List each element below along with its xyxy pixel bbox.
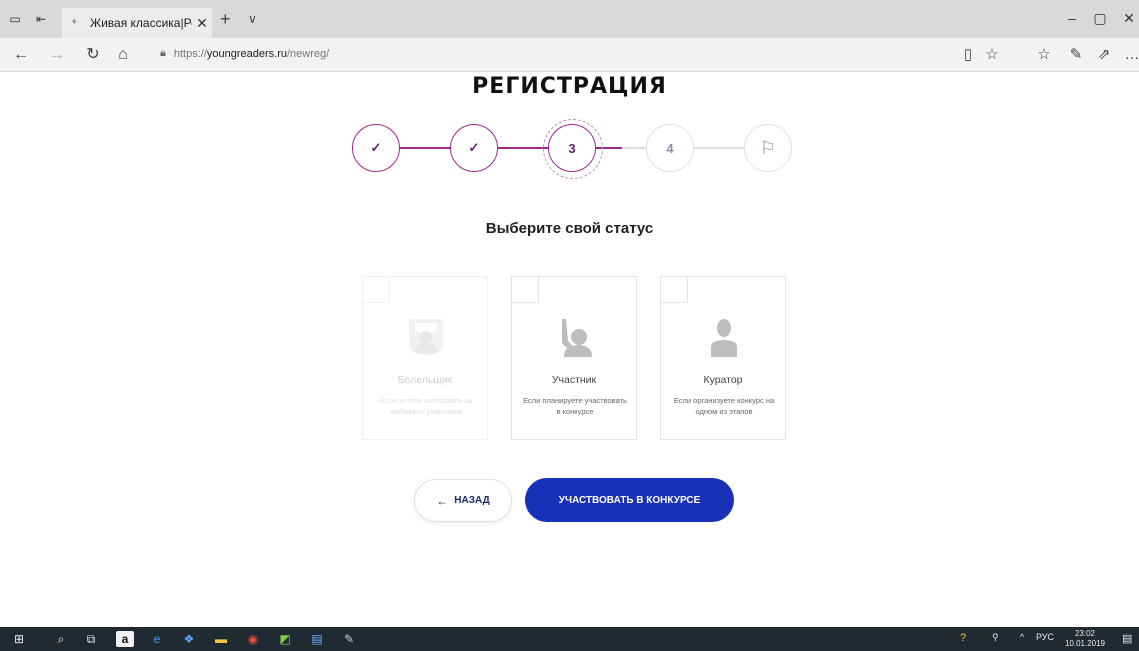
fan-icon — [409, 319, 443, 355]
step-finish-flag-icon: ⚐ — [744, 124, 792, 172]
web-note-icon[interactable]: ✎ — [1066, 46, 1086, 64]
step-1: ✓ — [352, 124, 400, 172]
url-path: /newreg/ — [287, 47, 330, 60]
step-4: 4 — [646, 124, 694, 172]
clock-date: 10.01.2019 — [1064, 639, 1106, 648]
tab-preview-icon[interactable]: ∨ — [248, 12, 257, 26]
page-favicon-icon: ✦ — [70, 17, 79, 28]
status-card-curator[interactable]: Куратор Если организуете конкурс на одно… — [660, 276, 786, 440]
favorite-star-icon[interactable]: ☆ — [982, 46, 1002, 64]
person-icon — [711, 319, 737, 357]
status-name: Болельщик — [397, 374, 453, 386]
status-card-participant[interactable]: Участник Если планируете участвовать в к… — [511, 276, 637, 440]
reading-view-icon[interactable]: ▯ — [958, 46, 978, 64]
status-description: Если хотите голосовать за любимого участ… — [379, 396, 473, 416]
status-description: Если организуете конкурс на одном из эта… — [673, 396, 775, 416]
set-aside-tabs-icon[interactable]: ⇤ — [34, 12, 48, 26]
page-title: РЕГИСТРАЦИЯ — [472, 74, 667, 99]
refresh-icon[interactable]: ↻ — [82, 46, 104, 64]
show-hidden-icons-icon[interactable]: ^ — [1020, 632, 1024, 642]
maximize-icon[interactable]: ▢ — [1090, 10, 1110, 27]
new-tab-button[interactable]: + — [220, 10, 231, 28]
forward-nav-icon[interactable]: → — [46, 46, 68, 64]
status-prompt: Выберите свой статус — [485, 220, 654, 237]
participate-button[interactable]: УЧАСТВОВАТЬ В КОНКУРСЕ — [525, 478, 734, 522]
url-field[interactable]: 🔒︎ https://youngreaders.ru/newreg/ — [160, 47, 329, 60]
stepper-connector — [694, 147, 744, 149]
registration-stepper: ✓ ✓ 3 4 ⚐ — [352, 119, 796, 179]
file-explorer-icon[interactable]: ▬ — [212, 631, 230, 647]
people-tray-icon[interactable]: ⚲ — [992, 632, 999, 643]
more-icon[interactable]: … — [1122, 46, 1139, 64]
url-host: youngreaders.ru — [206, 47, 287, 60]
url-scheme: https:// — [173, 47, 207, 60]
system-clock[interactable]: 23:02 10.01.2019 — [1063, 629, 1107, 649]
status-description: Если планируете участвовать в конкурсе — [523, 396, 627, 416]
window-close-icon[interactable]: ✕ — [1119, 10, 1139, 27]
status-checkbox[interactable] — [661, 277, 688, 303]
edge-browser-icon[interactable]: e — [148, 631, 166, 647]
share-icon[interactable]: ⇗ — [1094, 46, 1114, 64]
browser-address-bar: ← → ↻ ⌂ 🔒︎ https://youngreaders.ru/newre… — [0, 38, 1139, 72]
tab-actions-icon[interactable]: ▭ — [8, 12, 22, 26]
home-icon[interactable]: ⌂ — [112, 46, 134, 64]
windows-start-icon[interactable]: ⊞ — [10, 631, 28, 647]
back-button-label: НАЗАД — [454, 495, 490, 506]
browser-tab-bar: ▭ ⇤ ✦ Живая классика|Регист ✕ + ∨ – ▢ ✕ — [0, 0, 1139, 38]
task-view-icon[interactable]: ⧉ — [82, 631, 100, 647]
chrome-browser-icon[interactable]: ◉ — [244, 631, 262, 647]
browser-tab-active[interactable]: ✦ Живая классика|Регист ✕ — [62, 8, 212, 38]
photo-app-icon[interactable]: ◩ — [276, 631, 294, 647]
windows-taskbar: ⊞ ⌕ ⧉ a e ❖ ▬ ◉ ◩ ▤ ✎ ? ⚲ ^ РУС 23:02 10… — [0, 627, 1139, 651]
stepper-connector — [622, 147, 646, 149]
arrow-left-icon: ← — [436, 493, 449, 508]
search-icon[interactable]: ⌕ — [52, 631, 70, 647]
input-language[interactable]: РУС — [1036, 632, 1054, 642]
minimize-icon[interactable]: – — [1062, 10, 1082, 26]
status-options: Болельщик Если хотите голосовать за люби… — [362, 276, 788, 441]
paint-app-icon[interactable]: ✎ — [340, 631, 358, 647]
stepper-connector — [400, 147, 450, 149]
clock-time: 23:02 — [1074, 629, 1096, 638]
favorites-hub-icon[interactable]: ☆ — [1034, 46, 1054, 64]
status-card-fan[interactable]: Болельщик Если хотите голосовать за люби… — [362, 276, 488, 440]
lock-icon: 🔒︎ — [160, 47, 166, 59]
step-2: ✓ — [450, 124, 498, 172]
stepper-connector — [498, 147, 548, 149]
help-tray-icon[interactable]: ? — [960, 632, 966, 644]
raised-hand-icon — [562, 319, 592, 357]
tab-close-icon[interactable]: ✕ — [192, 15, 212, 32]
back-nav-icon[interactable]: ← — [10, 46, 32, 64]
step-3-current: 3 — [543, 119, 603, 179]
word-processor-icon[interactable]: ▤ — [308, 631, 326, 647]
action-center-icon[interactable]: ▤ — [1122, 632, 1132, 645]
status-checkbox[interactable] — [363, 277, 390, 303]
status-checkbox[interactable] — [512, 277, 539, 303]
status-name: Куратор — [703, 374, 743, 386]
amazon-app-icon[interactable]: a — [116, 631, 134, 647]
dropbox-icon[interactable]: ❖ — [180, 631, 198, 647]
tab-title: Живая классика|Регист — [90, 16, 192, 30]
status-name: Участник — [551, 374, 597, 386]
back-button[interactable]: ← НАЗАД — [414, 479, 512, 522]
